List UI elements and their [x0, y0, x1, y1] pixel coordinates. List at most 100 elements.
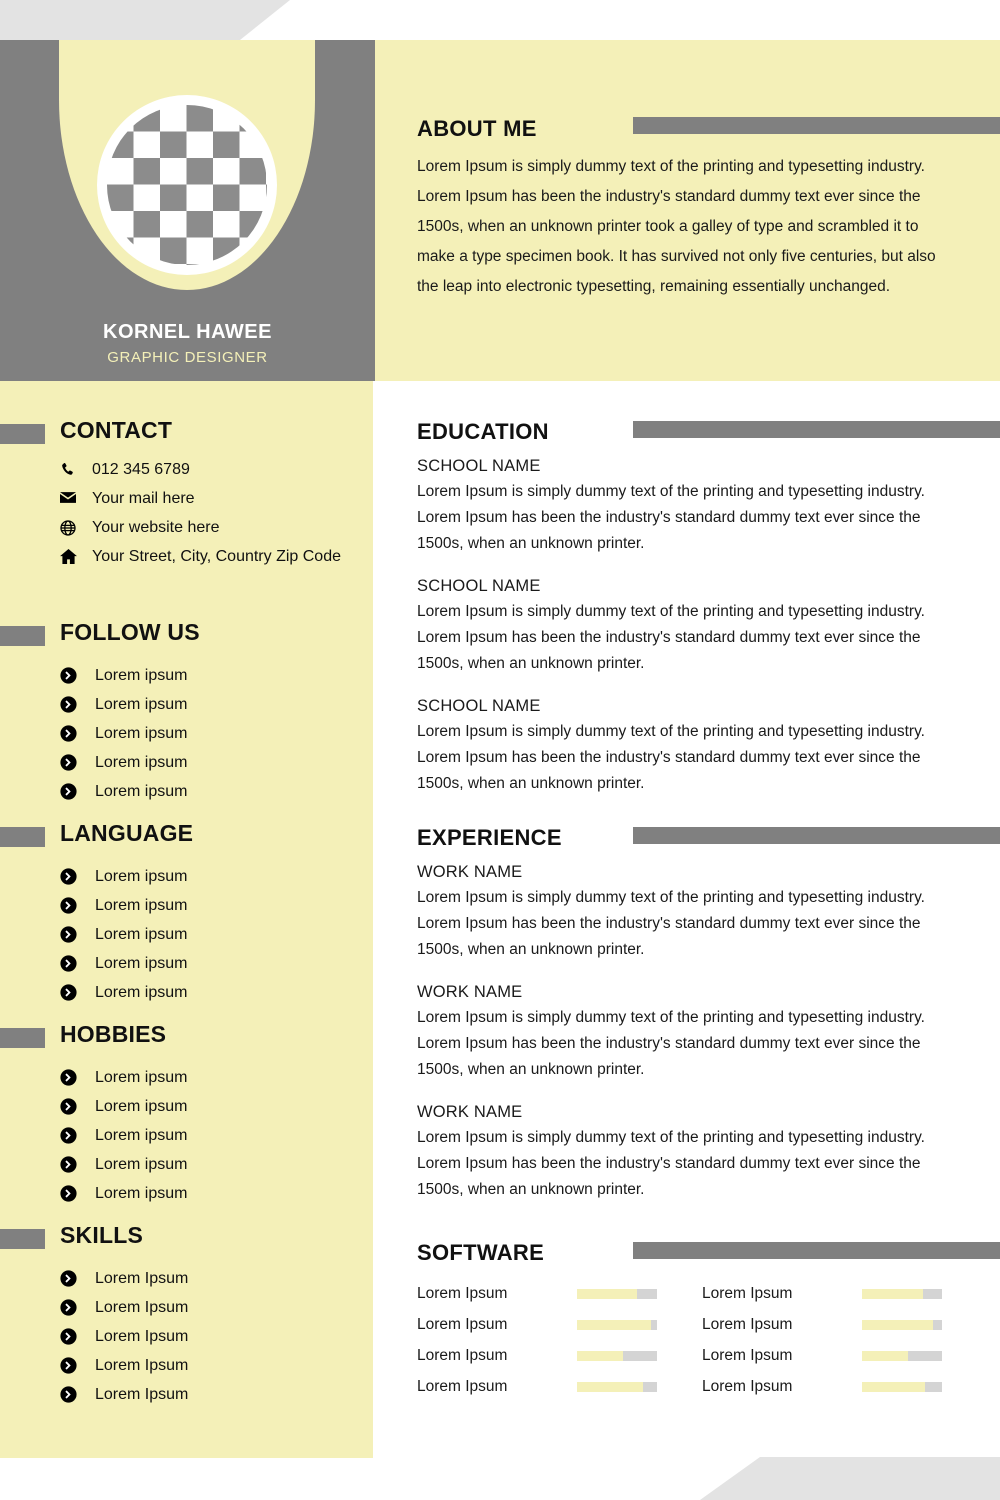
contact-value: 012 345 6789: [92, 461, 190, 478]
list-item[interactable]: Lorem Ipsum: [60, 1293, 370, 1322]
list-item[interactable]: Lorem Ipsum: [60, 1380, 370, 1409]
chevron-right-circle-icon: [60, 1299, 77, 1316]
skills-heading-bar: [0, 1229, 45, 1249]
contact-heading: CONTACT: [0, 417, 373, 451]
list-item[interactable]: Lorem ipsum: [60, 1179, 370, 1208]
sidebar-section-skills: SKILLS Lorem Ipsum Lorem Ipsum Lorem Ips…: [0, 1222, 373, 1403]
table-row: Lorem Ipsum Lorem Ipsum: [417, 1309, 1000, 1340]
list-item-label: Lorem ipsum: [95, 1155, 188, 1173]
chevron-right-circle-icon: [60, 696, 77, 713]
section-experience: EXPERIENCE WORK NAME Lorem Ipsum is simp…: [417, 825, 1000, 1223]
education-heading: EDUCATION: [417, 419, 1000, 451]
education-entry-name: SCHOOL NAME: [417, 697, 541, 715]
about-me-title: ABOUT ME: [417, 116, 537, 141]
software-item: Lorem Ipsum: [702, 1285, 987, 1303]
chevron-right-circle-icon: [60, 1127, 77, 1144]
sidebar-section-language: LANGUAGE Lorem ipsum Lorem ipsum Lorem i…: [0, 820, 373, 1001]
chevron-right-circle-icon: [60, 1156, 77, 1173]
list-item-label: Lorem ipsum: [95, 1068, 188, 1086]
list-item[interactable]: Lorem ipsum: [60, 978, 370, 1007]
list-item[interactable]: Lorem ipsum: [60, 690, 370, 719]
education-entry-name: SCHOOL NAME: [417, 577, 541, 595]
language-list: Lorem ipsum Lorem ipsum Lorem ipsum Lore…: [60, 862, 370, 1007]
software-label: Lorem Ipsum: [417, 1377, 508, 1395]
skills-heading-label: SKILLS: [60, 1222, 143, 1248]
list-item[interactable]: Lorem Ipsum: [60, 1351, 370, 1380]
sidebar-section-follow-us: FOLLOW US Lorem ipsum Lorem ipsum Lorem …: [0, 619, 373, 800]
list-item[interactable]: Lorem ipsum: [60, 661, 370, 690]
software-item: Lorem Ipsum: [417, 1316, 702, 1334]
list-item[interactable]: Lorem ipsum: [60, 862, 370, 891]
chevron-right-circle-icon: [60, 1098, 77, 1115]
software-label: Lorem Ipsum: [702, 1377, 793, 1395]
education-entry: SCHOOL NAME Lorem Ipsum is simply dummy …: [417, 577, 1000, 677]
list-item[interactable]: Lorem ipsum: [60, 949, 370, 978]
software-item: Lorem Ipsum: [702, 1316, 987, 1334]
list-item[interactable]: Your mail here: [60, 488, 370, 510]
experience-heading-label: EXPERIENCE: [417, 825, 562, 850]
table-row: Lorem Ipsum Lorem Ipsum: [417, 1340, 1000, 1371]
list-item[interactable]: Your website here: [60, 517, 370, 539]
software-item: Lorem Ipsum: [417, 1285, 702, 1303]
software-grid: Lorem Ipsum Lorem Ipsum Lorem Ipsum Lore…: [417, 1278, 1000, 1402]
resume-page: KORNEL HAWEE GRAPHIC DESIGNER ABOUT ME L…: [0, 0, 1000, 1500]
list-item[interactable]: Lorem ipsum: [60, 1063, 370, 1092]
list-item-label: Lorem ipsum: [95, 695, 188, 713]
software-heading-label: SOFTWARE: [417, 1240, 545, 1265]
software-progress: [577, 1381, 657, 1392]
list-item-label: Lorem Ipsum: [95, 1298, 189, 1316]
chevron-right-circle-icon: [60, 955, 77, 972]
experience-entry-body: Lorem Ipsum is simply dummy text of the …: [417, 1129, 925, 1198]
software-progress-fill: [862, 1350, 908, 1361]
placeholder-checker-image-icon: [107, 105, 267, 265]
list-item[interactable]: 012 345 6789: [60, 459, 370, 481]
software-accent-bar: [633, 1242, 1000, 1259]
skills-list: Lorem Ipsum Lorem Ipsum Lorem Ipsum Lore…: [60, 1264, 370, 1409]
software-label: Lorem Ipsum: [702, 1346, 793, 1364]
chevron-right-circle-icon: [60, 1270, 77, 1287]
list-item[interactable]: Lorem ipsum: [60, 1150, 370, 1179]
about-me-text: Lorem Ipsum is simply dummy text of the …: [417, 158, 936, 295]
chevron-right-circle-icon: [60, 1328, 77, 1345]
sidebar-section-hobbies: HOBBIES Lorem ipsum Lorem ipsum Lorem ip…: [0, 1021, 373, 1202]
chevron-right-circle-icon: [60, 926, 77, 943]
hobbies-heading: HOBBIES: [0, 1021, 373, 1055]
software-label: Lorem Ipsum: [417, 1284, 508, 1302]
education-accent-bar: [633, 421, 1000, 438]
experience-entry: WORK NAME Lorem Ipsum is simply dummy te…: [417, 983, 1000, 1083]
experience-entry: WORK NAME Lorem Ipsum is simply dummy te…: [417, 863, 1000, 963]
list-item[interactable]: Lorem ipsum: [60, 777, 370, 806]
list-item[interactable]: Lorem ipsum: [60, 1092, 370, 1121]
contact-heading-label: CONTACT: [60, 417, 173, 443]
list-item-label: Lorem ipsum: [95, 1126, 188, 1144]
experience-entry-name: WORK NAME: [417, 863, 523, 881]
list-item[interactable]: Lorem ipsum: [60, 748, 370, 777]
software-progress: [862, 1350, 942, 1361]
language-heading: LANGUAGE: [0, 820, 373, 854]
list-item-label: Lorem ipsum: [95, 753, 188, 771]
list-item[interactable]: Lorem ipsum: [60, 1121, 370, 1150]
chevron-right-circle-icon: [60, 1386, 77, 1403]
list-item[interactable]: Lorem ipsum: [60, 719, 370, 748]
software-item: Lorem Ipsum: [417, 1378, 702, 1396]
list-item[interactable]: Your Street, City, Country Zip Code: [60, 546, 370, 568]
list-item[interactable]: Lorem ipsum: [60, 891, 370, 920]
chevron-right-circle-icon: [60, 783, 77, 800]
list-item[interactable]: Lorem ipsum: [60, 920, 370, 949]
experience-accent-bar: [633, 827, 1000, 844]
list-item-label: Lorem ipsum: [95, 1097, 188, 1115]
chevron-right-circle-icon: [60, 754, 77, 771]
contact-list: 012 345 6789 Your mail here Your website…: [60, 459, 370, 575]
list-item[interactable]: Lorem Ipsum: [60, 1264, 370, 1293]
education-entry-body: Lorem Ipsum is simply dummy text of the …: [417, 723, 925, 792]
chevron-right-circle-icon: [60, 667, 77, 684]
experience-entry-name: WORK NAME: [417, 1103, 523, 1121]
person-name: KORNEL HAWEE: [103, 321, 272, 343]
mail-icon: [60, 488, 84, 504]
language-heading-label: LANGUAGE: [60, 820, 194, 846]
table-row: Lorem Ipsum Lorem Ipsum: [417, 1278, 1000, 1309]
hobbies-heading-label: HOBBIES: [60, 1021, 167, 1047]
software-progress-fill: [577, 1319, 651, 1330]
experience-entry-body: Lorem Ipsum is simply dummy text of the …: [417, 1009, 925, 1078]
list-item[interactable]: Lorem Ipsum: [60, 1322, 370, 1351]
